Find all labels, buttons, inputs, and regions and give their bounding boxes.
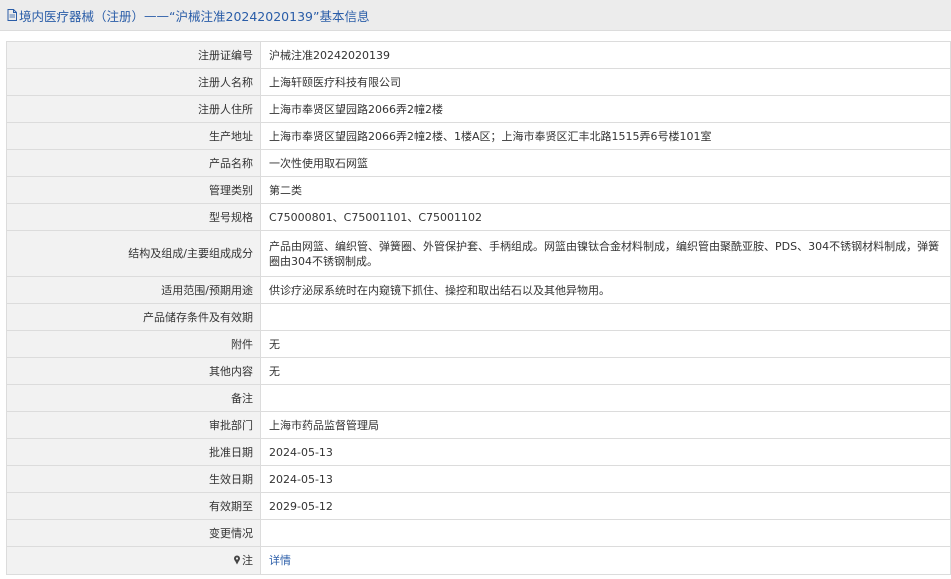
field-label: 管理类别 [6, 176, 261, 204]
field-label: 生产地址 [6, 122, 261, 150]
field-value: C75000801、C75001101、C75001102 [260, 203, 951, 231]
table-row: 批准日期 2024-05-13 [6, 438, 951, 466]
field-value: 详情 [260, 546, 951, 575]
field-label: 备注 [6, 384, 261, 412]
table-row: 管理类别 第二类 [6, 176, 951, 204]
field-label: 产品名称 [6, 149, 261, 177]
field-label: 结构及组成/主要组成成分 [6, 230, 261, 277]
table-row: 注册人住所 上海市奉贤区望园路2066弄2幢2楼 [6, 95, 951, 123]
field-label: 型号规格 [6, 203, 261, 231]
table-row: 生效日期 2024-05-13 [6, 465, 951, 493]
table-row: 附件 无 [6, 330, 951, 358]
details-link[interactable]: 详情 [269, 554, 291, 567]
field-label: 注册人名称 [6, 68, 261, 96]
table-row: 生产地址 上海市奉贤区望园路2066弄2幢2楼、1楼A区；上海市奉贤区汇丰北路1… [6, 122, 951, 150]
table-row: 有效期至 2029-05-12 [6, 492, 951, 520]
field-label: 有效期至 [6, 492, 261, 520]
field-label: 生效日期 [6, 465, 261, 493]
info-table: 注册证编号 沪械注准20242020139 注册人名称 上海轩颐医疗科技有限公司… [6, 41, 951, 575]
table-row: 备注 [6, 384, 951, 412]
field-label: 注册人住所 [6, 95, 261, 123]
table-row: 审批部门 上海市药品监督管理局 [6, 411, 951, 439]
field-value: 上海市奉贤区望园路2066弄2幢2楼、1楼A区；上海市奉贤区汇丰北路1515弄6… [260, 122, 951, 150]
table-row: 注册人名称 上海轩颐医疗科技有限公司 [6, 68, 951, 96]
header-category: 境内医疗器械（注册） [19, 8, 145, 24]
header-separator: —— [144, 7, 170, 23]
field-label: 适用范围/预期用途 [6, 276, 261, 304]
field-value [260, 384, 951, 412]
table-row: 产品储存条件及有效期 [6, 303, 951, 331]
field-value: 2024-05-13 [260, 438, 951, 466]
header-record-title: “沪械注准20242020139”基本信息 [169, 8, 370, 24]
field-value: 上海市药品监督管理局 [260, 411, 951, 439]
field-label: 批准日期 [6, 438, 261, 466]
field-value: 供诊疗泌尿系统时在内窥镜下抓住、操控和取出结石以及其他异物用。 [260, 276, 951, 304]
field-value: 一次性使用取石网篮 [260, 149, 951, 177]
table-row: 型号规格 C75000801、C75001101、C75001102 [6, 203, 951, 231]
field-value [260, 303, 951, 331]
note-label-cell: 注 [6, 546, 261, 575]
field-label: 产品储存条件及有效期 [6, 303, 261, 331]
field-label: 注册证编号 [6, 41, 261, 69]
field-value: 第二类 [260, 176, 951, 204]
field-value: 无 [260, 357, 951, 385]
table-row: 注册证编号 沪械注准20242020139 [6, 41, 951, 69]
table-row: 注 详情 [6, 546, 951, 575]
field-value: 产品由网篮、编织管、弹簧圈、外管保护套、手柄组成。网篮由镍钛合金材料制成，编织管… [260, 230, 951, 277]
field-value: 沪械注准20242020139 [260, 41, 951, 69]
document-icon [7, 9, 17, 21]
table-row: 适用范围/预期用途 供诊疗泌尿系统时在内窥镜下抓住、操控和取出结石以及其他异物用… [6, 276, 951, 304]
field-value: 无 [260, 330, 951, 358]
field-label: 注 [242, 554, 253, 567]
pin-icon [234, 555, 240, 565]
field-label: 变更情况 [6, 519, 261, 547]
field-value: 2024-05-13 [260, 465, 951, 493]
table-row: 结构及组成/主要组成成分 产品由网篮、编织管、弹簧圈、外管保护套、手柄组成。网篮… [6, 230, 951, 277]
field-value: 2029-05-12 [260, 492, 951, 520]
field-label: 附件 [6, 330, 261, 358]
field-label: 审批部门 [6, 411, 261, 439]
page-header: 境内医疗器械（注册） —— “沪械注准20242020139”基本信息 [0, 0, 951, 31]
table-row: 变更情况 [6, 519, 951, 547]
field-value [260, 519, 951, 547]
table-row: 其他内容 无 [6, 357, 951, 385]
field-value: 上海市奉贤区望园路2066弄2幢2楼 [260, 95, 951, 123]
field-label: 其他内容 [6, 357, 261, 385]
table-row: 产品名称 一次性使用取石网篮 [6, 149, 951, 177]
field-value: 上海轩颐医疗科技有限公司 [260, 68, 951, 96]
